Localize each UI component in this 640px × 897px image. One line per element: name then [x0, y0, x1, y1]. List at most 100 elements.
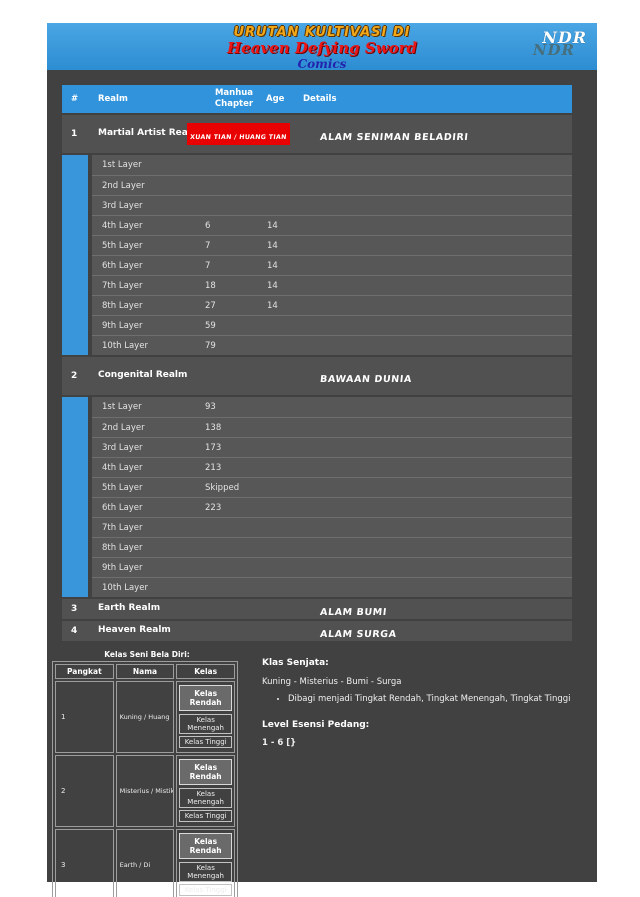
layer-label: 5th Layer	[92, 483, 203, 493]
classes-kelas-cell: Kelas Rendah Kelas Menengah Kelas Tinggi	[176, 829, 235, 897]
layer-row: 1st Layer93	[92, 397, 572, 417]
martial-classes-block: Kelas Seni Bela Diri: Pangkat Nama Kelas…	[52, 650, 242, 897]
realm-details-text: ALAM BUMI	[319, 607, 387, 618]
classes-kelas-cell: Kelas Rendah Kelas Menengah Kelas Tinggi	[176, 755, 235, 827]
layer-label: 2nd Layer	[92, 181, 203, 191]
layer-label: 10th Layer	[92, 583, 203, 593]
layer-group-bar	[62, 397, 88, 597]
realm-details-text: BAWAAN DUNIA	[319, 374, 412, 385]
kelas-rendah-box: Kelas Rendah	[179, 833, 232, 859]
realm-table-header-row: # Realm Manhua Chapter Age Details	[62, 85, 572, 113]
layer-label: 8th Layer	[92, 543, 203, 553]
classes-header-row: Pangkat Nama Kelas	[55, 664, 235, 679]
layer-row: 4th Layer614	[92, 215, 572, 235]
layer-label: 4th Layer	[92, 221, 203, 231]
layer-chapter-value: 27	[203, 301, 265, 311]
layer-chapter-value: 213	[203, 463, 265, 473]
classes-kelas-cell: Kelas RendahKelas MenengahKelas Tinggi	[176, 681, 235, 753]
layer-row: 8th Layer2714	[92, 295, 572, 315]
realm-number: 4	[62, 626, 98, 636]
realm-number: 1	[62, 129, 98, 139]
realm-table-body: 1Martial Artist RealmXUAN TIAN / HUANG T…	[62, 115, 572, 641]
realm-row: 2Congenital RealmBAWAAN DUNIA	[62, 357, 572, 395]
kelas-menengah-box: Kelas Menengah	[179, 862, 232, 882]
header-banner: URUTAN KULTIVASI DI Heaven Defying Sword…	[47, 23, 597, 70]
layer-chapter-value: 7	[203, 261, 265, 271]
martial-classes-title: Kelas Seni Bela Diri:	[52, 650, 242, 659]
kelas-rendah-box: Kelas Rendah	[179, 759, 232, 785]
layer-label: 10th Layer	[92, 341, 203, 351]
page: URUTAN KULTIVASI DI Heaven Defying Sword…	[0, 0, 640, 897]
column-header-age: Age	[265, 94, 303, 104]
column-header-details: Details	[303, 94, 572, 104]
sword-essence-line: 1 - 6 [}	[262, 738, 587, 748]
layer-chapter-value: 138	[203, 423, 265, 433]
layer-chapter-value: 93	[203, 402, 265, 412]
layer-age-value: 14	[265, 301, 303, 311]
realm-details-text: ALAM SURGA	[319, 629, 397, 640]
weapon-class-bullet: Dibagi menjadi Tingkat Rendah, Tingkat M…	[288, 694, 587, 704]
classes-nama-value: Kuning / Huang	[116, 681, 175, 753]
layer-label: 9th Layer	[92, 321, 203, 331]
kelas-rendah-box: Kelas Rendah	[179, 685, 232, 711]
classes-column-kelas: Kelas	[176, 664, 235, 679]
layer-age-value: 14	[265, 241, 303, 251]
layer-group: 1st Layer2nd Layer3rd Layer4th Layer6145…	[62, 155, 572, 355]
layer-age-value: 14	[265, 261, 303, 271]
layer-label: 8th Layer	[92, 301, 203, 311]
layer-row: 5th LayerSkipped	[92, 477, 572, 497]
layer-chapter-value: 223	[203, 503, 265, 513]
banner-title-line2: Heaven Defying Sword	[47, 40, 597, 57]
layer-row: 4th Layer213	[92, 457, 572, 477]
layer-age-value: 14	[265, 221, 303, 231]
column-header-number: #	[62, 94, 98, 104]
banner-title-line1: URUTAN KULTIVASI DI	[47, 26, 597, 40]
layer-label: 1st Layer	[92, 402, 203, 412]
weapon-class-list: Dibagi menjadi Tingkat Rendah, Tingkat M…	[288, 694, 587, 704]
classes-nama-value: Earth / Di	[116, 829, 175, 897]
layer-row: 9th Layer59	[92, 315, 572, 335]
layer-chapter-value: 59	[203, 321, 265, 331]
layer-chapter-value: Skipped	[203, 483, 265, 493]
layer-row: 5th Layer714	[92, 235, 572, 255]
layer-label: 5th Layer	[92, 241, 203, 251]
realm-name: Congenital Realm	[98, 369, 203, 383]
kelas-menengah-box: Kelas Menengah	[179, 788, 232, 808]
layer-group-bar	[62, 155, 88, 355]
layer-row: 2nd Layer	[92, 175, 572, 195]
layer-row: 6th Layer714	[92, 255, 572, 275]
layer-label: 6th Layer	[92, 503, 203, 513]
realm-details: ALAM SENIMAN BELADIRI	[303, 125, 572, 144]
sword-essence-heading: Level Esensi Pedang:	[262, 720, 587, 730]
kelas-tinggi-box: Kelas Tinggi	[179, 736, 232, 748]
martial-classes-table: Pangkat Nama Kelas 1Kuning / HuangKelas …	[52, 661, 238, 897]
notes-block: Klas Senjata: Kuning - Misterius - Bumi …	[262, 658, 587, 897]
realm-details-text: ALAM SENIMAN BELADIRI	[319, 132, 469, 143]
layer-row: 1st Layer	[92, 155, 572, 175]
kelas-tinggi-box: Kelas Tinggi	[179, 884, 232, 896]
layer-chapter-value: 6	[203, 221, 265, 231]
classes-nama-value: Misterius / Mistik / Mistis	[116, 755, 175, 827]
realm-row: 4Heaven RealmALAM SURGA	[62, 621, 572, 641]
classes-column-pangkat: Pangkat	[55, 664, 114, 679]
realm-name: Earth Realm	[98, 602, 203, 616]
realm-badge: XUAN TIAN / HUANG TIAN	[187, 123, 290, 145]
ndr-logo: NDR NDR	[519, 28, 589, 66]
weapon-class-line: Kuning - Misterius - Bumi - Surga	[262, 677, 587, 687]
layer-row: 2nd Layer138	[92, 417, 572, 437]
layer-age-value: 14	[265, 281, 303, 291]
ndr-logo-text: NDR	[542, 28, 587, 47]
classes-row: 1Kuning / HuangKelas RendahKelas Menenga…	[55, 681, 235, 753]
layer-label: 3rd Layer	[92, 443, 203, 453]
layer-row: 7th Layer	[92, 517, 572, 537]
realm-badge-text: XUAN TIAN / HUANG TIAN	[190, 134, 287, 141]
layer-label: 4th Layer	[92, 463, 203, 473]
weapon-class-heading: Klas Senjata:	[262, 658, 587, 668]
classes-row: 2Misterius / Mistik / MistisKelas Rendah…	[55, 755, 235, 827]
layer-label: 7th Layer	[92, 281, 203, 291]
kelas-tinggi-box: Kelas Tinggi	[179, 810, 232, 822]
layer-row: 10th Layer	[92, 577, 572, 597]
layer-label: 6th Layer	[92, 261, 203, 271]
classes-pangkat-value: 3	[55, 829, 114, 897]
classes-row: 3Earth / DiKelas RendahKelas MenengahKel…	[55, 829, 235, 897]
